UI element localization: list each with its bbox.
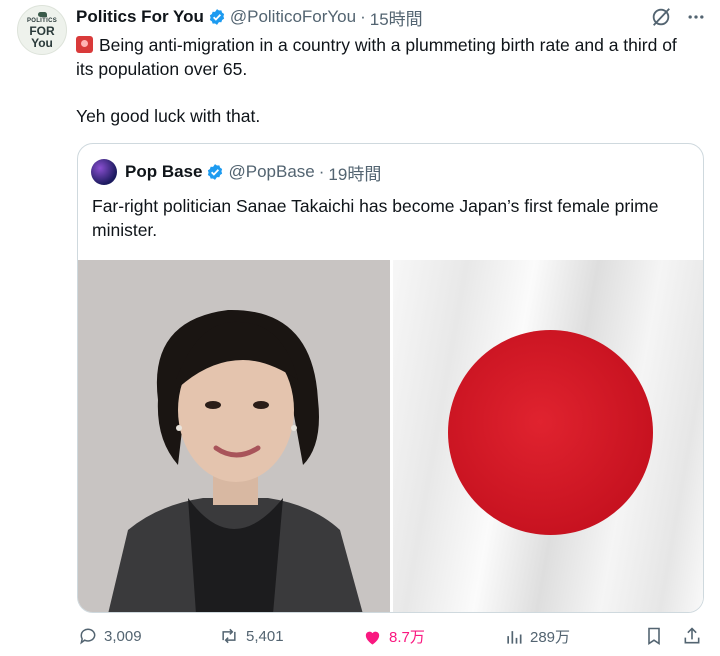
verified-badge-icon [209,9,224,25]
author-name[interactable]: Politics For You [76,7,204,27]
quoted-author-name[interactable]: Pop Base [125,162,202,182]
quoted-text: Far-right politician Sanae Takaichi has … [92,196,659,240]
quoted-avatar[interactable] [91,159,117,185]
separator-dot: · [360,7,366,26]
bookmark-button[interactable] [644,626,664,646]
retweet-count: 5,401 [246,627,284,645]
tweet-top-icons [650,6,706,28]
quoted-header: Pop Base @PopBase · 19時間 [91,159,381,185]
grok-icon[interactable] [650,6,672,28]
tweet-line-1-text: Being anti-migration in a country with a… [76,35,677,79]
quoted-tweet[interactable]: Pop Base @PopBase · 19時間 Far-right polit… [77,143,704,613]
more-icon[interactable] [686,7,706,27]
siren-emoji-icon [76,36,93,53]
leaf-logo-icon [37,11,47,17]
share-icon [684,627,700,644]
avatar-text-3: You [31,35,53,50]
tweet-timestamp[interactable]: 15時間 [370,5,423,30]
reply-count: 3,009 [104,627,142,645]
reply-button[interactable]: 3,009 [78,626,142,646]
portrait-photo[interactable] [78,260,390,612]
tweet-actions: 3,009 5,401 8.7万 289万 [78,626,708,652]
japan-flag-photo[interactable] [393,260,703,612]
tweet-line-2: Yeh good luck with that. [76,106,261,126]
views-icon [507,630,522,644]
quoted-author-handle[interactable]: @PopBase [228,162,314,182]
heart-icon [365,631,380,644]
author-avatar[interactable]: POLITICS FOR You [17,5,67,55]
avatar-text-1: POLITICS [26,17,58,24]
tweet-header: Politics For You @PoliticoForYou · 15時間 [76,5,423,30]
verified-badge-icon [208,164,223,180]
like-count: 8.7万 [389,629,425,646]
like-button[interactable]: 8.7万 [362,626,425,647]
retweet-button[interactable]: 5,401 [218,626,284,646]
retweet-icon [222,628,236,644]
quoted-timestamp[interactable]: 19時間 [328,160,381,185]
reply-icon [80,628,96,645]
tweet-text: Being anti-migration in a country with a… [76,33,696,128]
share-button[interactable] [682,626,702,646]
flag-red-disc [448,330,653,535]
views-button[interactable]: 289万 [504,626,570,647]
portrait-illustration [78,260,390,612]
avatar-text-2: FOR [29,23,55,38]
views-count: 289万 [530,629,571,646]
tweet-line-1: Being anti-migration in a country with a… [76,33,696,81]
separator-dot: · [318,162,325,181]
bookmark-icon [648,627,660,645]
author-handle[interactable]: @PoliticoForYou [230,7,356,27]
